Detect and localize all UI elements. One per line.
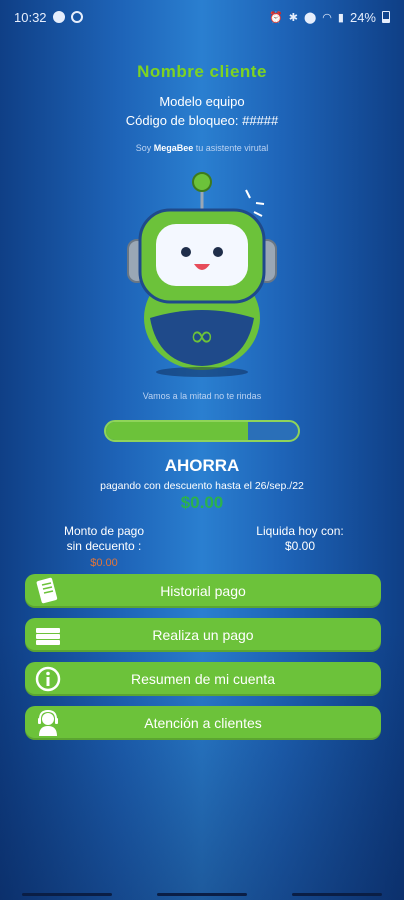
- system-nav-bar: [0, 888, 404, 900]
- bluetooth-icon: ✱: [288, 11, 298, 24]
- account-summary-label: Resumen de mi cuenta: [131, 671, 275, 687]
- battery-icon: [382, 11, 390, 23]
- cash-icon: [36, 628, 60, 645]
- info-icon: [35, 666, 61, 692]
- progress-fill: [106, 422, 249, 440]
- make-payment-label: Realiza un pago: [152, 627, 254, 643]
- status-bar: 10:32 ⏰ ✱ ⬤ ◠ ▮ 24%: [0, 0, 404, 34]
- battery-percent: 24%: [349, 9, 376, 25]
- encouragement-text: Vamos a la mitad no te rindas: [142, 391, 262, 401]
- assistant-intro: Soy MegaBee tu asistente virutal: [0, 143, 404, 153]
- pay-today-amount: $0.00: [284, 539, 316, 553]
- payment-no-discount-amount: $0.00: [90, 557, 118, 569]
- status-time: 10:32: [14, 9, 47, 25]
- header: Nombre cliente Modelo equipo Código de b…: [0, 62, 404, 128]
- assistant-name: MegaBee: [153, 143, 194, 153]
- alarm-icon: ⏰: [269, 11, 283, 24]
- payment-no-discount-label-1: Monto de pago: [63, 524, 145, 538]
- lock-code: Código de bloqueo: #####: [125, 113, 279, 128]
- assistant-suffix: tu asistente virutal: [195, 143, 269, 153]
- notification-icon: [52, 11, 65, 23]
- client-name: Nombre cliente: [137, 62, 267, 81]
- headset-agent-icon: [38, 709, 58, 736]
- payment-no-discount-label-2: sin decuento :: [66, 539, 142, 553]
- nav-home-button[interactable]: [156, 892, 247, 896]
- device-model: Modelo equipo: [159, 94, 245, 109]
- payment-history-button[interactable]: Historial pago: [25, 574, 381, 608]
- make-payment-button[interactable]: Realiza un pago: [25, 618, 381, 652]
- signal-icon: ▮: [337, 11, 344, 24]
- account-summary-button[interactable]: Resumen de mi cuenta: [25, 662, 381, 696]
- background-shade: [0, 0, 404, 900]
- notification-icon-2: [70, 11, 83, 23]
- customer-service-label: Atención a clientes: [144, 715, 262, 731]
- wifi-icon: ◠: [322, 11, 332, 24]
- pay-today-label: Liquida hoy con:: [256, 524, 344, 538]
- customer-service-button[interactable]: Atención a clientes: [25, 706, 381, 740]
- assistant-prefix: Soy: [135, 143, 152, 153]
- savings-amount: $0.00: [180, 493, 224, 512]
- payment-progress-bar: [104, 420, 300, 442]
- savings-subtitle: pagando con descuento hasta el 26/sep./2…: [100, 480, 304, 492]
- nav-back-button[interactable]: [291, 892, 382, 896]
- pay-today: Liquida hoy con: $0.00: [238, 524, 362, 554]
- robot-mascot-icon: ∞: [127, 172, 277, 377]
- location-icon: ⬤: [303, 11, 317, 24]
- nav-recents-button[interactable]: [22, 892, 113, 896]
- payment-history-label: Historial pago: [160, 583, 246, 599]
- svg-text:∞: ∞: [190, 319, 215, 354]
- payment-no-discount: Monto de pago sin decuento : $0.00: [44, 524, 164, 571]
- receipt-icon: [36, 577, 58, 604]
- savings-title: AHORRA: [164, 456, 240, 475]
